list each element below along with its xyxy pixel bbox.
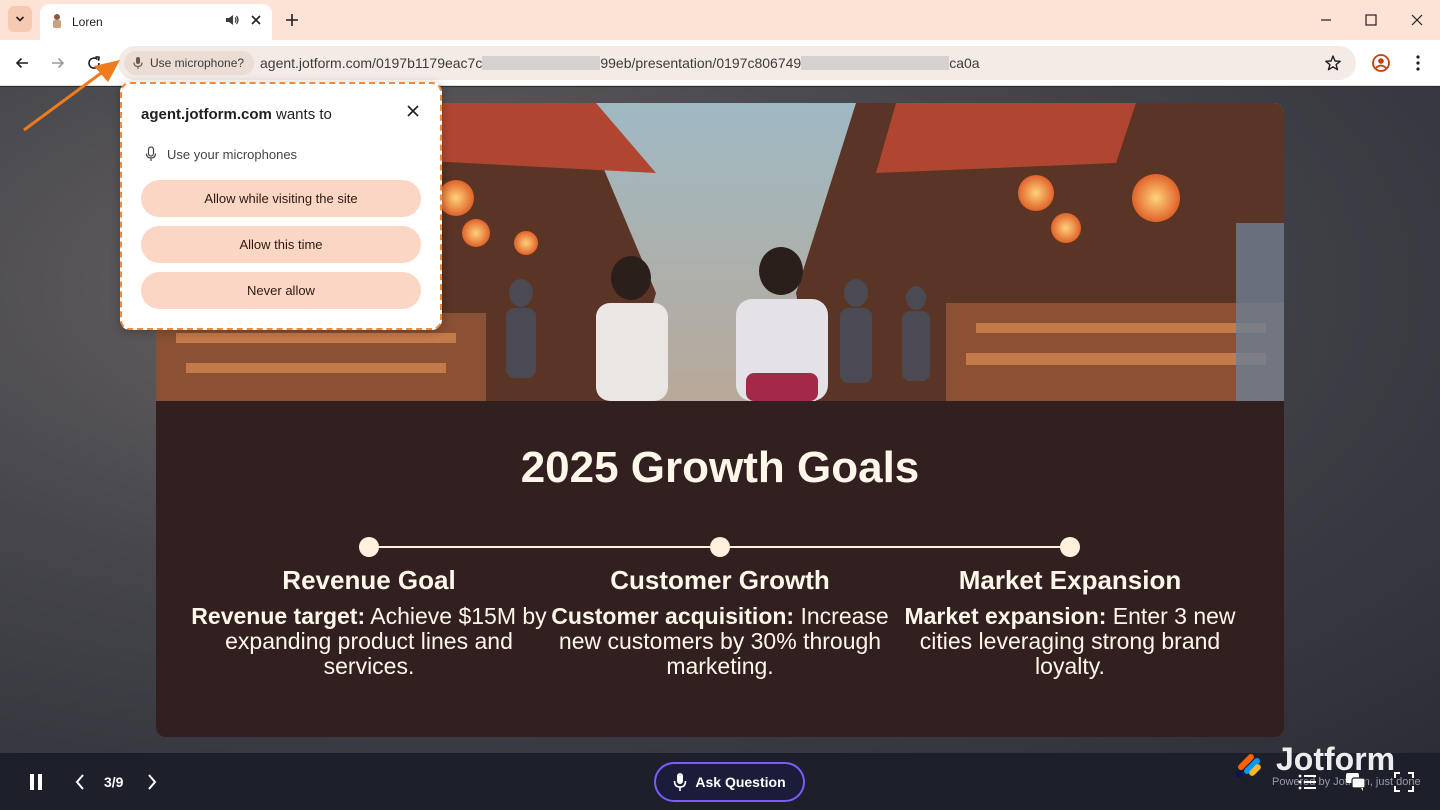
pause-icon[interactable] xyxy=(26,772,46,792)
microphone-permission-dialog: agent.jotform.com wants to Use your micr… xyxy=(120,82,442,330)
permission-site: agent.jotform.com xyxy=(141,106,272,123)
goal-market: Market Expansion Market expansion: Enter… xyxy=(892,565,1248,679)
speaker-icon[interactable] xyxy=(224,12,240,33)
mic-chip-label: Use microphone? xyxy=(150,56,245,70)
never-allow-button[interactable]: Never allow xyxy=(141,272,421,309)
ask-question-label: Ask Question xyxy=(695,774,786,790)
goal-lead: Revenue target: xyxy=(191,603,366,629)
goal-title: Customer Growth xyxy=(610,565,830,595)
goal-lead: Customer acquisition: xyxy=(551,603,795,629)
fullscreen-icon[interactable] xyxy=(1393,772,1415,792)
chevron-down-icon xyxy=(15,16,25,22)
timeline-dot xyxy=(359,537,379,557)
url-part-end: ca0a xyxy=(949,55,980,71)
permission-heading: agent.jotform.com wants to xyxy=(141,106,332,123)
close-dialog-icon[interactable] xyxy=(406,104,420,123)
chat-icon[interactable] xyxy=(1345,772,1367,792)
jotform-logo-icon xyxy=(1236,754,1261,777)
profile-icon[interactable] xyxy=(1371,53,1391,78)
goal-title: Market Expansion xyxy=(958,565,1182,595)
ask-question-button[interactable]: Ask Question xyxy=(654,762,805,802)
slide-title: 2025 Growth Goals xyxy=(520,443,920,492)
active-tab[interactable]: Loren xyxy=(40,4,272,40)
tab-strip: Loren xyxy=(0,0,1440,40)
previous-slide-icon[interactable] xyxy=(70,772,90,792)
url-part-mid: 99eb/presentation/0197c806749 xyxy=(600,55,802,71)
goal-description: Customer acquisition: Increase new custo… xyxy=(542,604,898,679)
list-icon[interactable] xyxy=(1297,772,1319,792)
microphone-icon xyxy=(133,57,143,69)
annotation-arrow-icon xyxy=(23,60,120,132)
redacted-segment xyxy=(801,56,950,70)
new-tab-icon[interactable] xyxy=(282,10,302,35)
url-text[interactable]: agent.jotform.com/0197b1179eac7c 99eb/pre… xyxy=(260,55,980,71)
browser-toolbar: Use microphone? agent.jotform.com/0197b1… xyxy=(0,40,1440,86)
close-tab-icon[interactable] xyxy=(248,12,264,33)
goal-description: Revenue target: Achieve $15M by expandin… xyxy=(191,604,547,679)
brand-name: Jotform xyxy=(1276,741,1396,777)
goal-title: Revenue Goal xyxy=(282,565,456,595)
use-microphone-chip[interactable]: Use microphone? xyxy=(124,51,255,75)
permission-request: Use your microphones xyxy=(145,146,297,162)
goal-revenue: Revenue Goal Revenue target: Achieve $15… xyxy=(191,565,547,679)
timeline-dot xyxy=(1060,537,1080,557)
page-counter: 3/9 xyxy=(104,774,124,790)
maximize-icon[interactable] xyxy=(1361,10,1381,30)
goal-lead: Market expansion: xyxy=(904,603,1107,629)
favicon-icon xyxy=(53,14,61,28)
close-window-icon[interactable] xyxy=(1407,10,1427,30)
redacted-segment xyxy=(482,56,601,70)
minimize-icon[interactable] xyxy=(1316,10,1336,30)
address-bar[interactable]: Use microphone? agent.jotform.com/0197b1… xyxy=(118,46,1356,80)
allow-while-visiting-button[interactable]: Allow while visiting the site xyxy=(141,180,421,217)
microphone-icon xyxy=(674,773,687,791)
goal-description: Market expansion: Enter 3 new cities lev… xyxy=(892,604,1248,679)
goal-customer: Customer Growth Customer acquisition: In… xyxy=(542,565,898,679)
microphone-icon xyxy=(145,146,157,161)
next-slide-icon[interactable] xyxy=(142,772,162,792)
tab-search-button[interactable] xyxy=(8,6,32,32)
timeline-dot xyxy=(710,537,730,557)
presentation-controls: 3/9 Ask Question Jotform Powered by Jotf… xyxy=(0,741,1440,810)
more-menu-icon[interactable] xyxy=(1410,53,1426,78)
allow-this-time-button[interactable]: Allow this time xyxy=(141,226,421,263)
bookmark-star-icon[interactable] xyxy=(1324,54,1342,77)
permission-wants-to: wants to xyxy=(271,106,332,123)
permission-request-label: Use your microphones xyxy=(167,146,298,162)
tab-title: Loren xyxy=(72,15,103,29)
url-part-start: agent.jotform.com/0197b1179eac7c xyxy=(260,55,483,71)
